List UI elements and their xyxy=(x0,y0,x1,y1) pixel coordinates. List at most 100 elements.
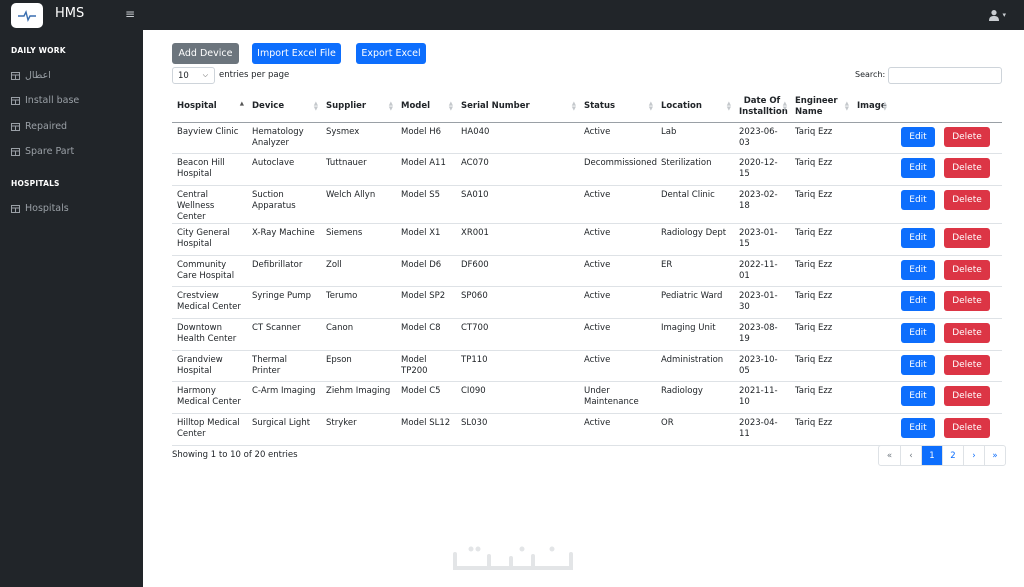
cell-device: C-Arm Imaging xyxy=(247,381,321,414)
cell-status: Active xyxy=(579,122,656,155)
page-1-button[interactable]: 1 xyxy=(921,446,942,465)
cell-image xyxy=(852,381,890,414)
delete-button[interactable]: Delete xyxy=(944,354,990,375)
cell-date-of-installation: 2023-08-19 xyxy=(734,318,790,351)
cell-serial-number: XR001 xyxy=(456,223,579,256)
cell-model: Model TP200 xyxy=(396,350,456,383)
column-header-location[interactable]: Location ▲ ▼ xyxy=(656,92,734,123)
cell-image xyxy=(852,350,890,383)
cell-engineer-name: Tariq Ezz xyxy=(790,318,852,351)
cell-serial-number: HA040 xyxy=(456,122,579,155)
cell-hospital: Community Care Hospital xyxy=(172,255,247,288)
sort-icon: ▲ ▼ xyxy=(882,101,887,112)
cell-supplier: Ziehm Imaging xyxy=(321,381,396,414)
edit-button[interactable]: Edit xyxy=(901,322,935,343)
delete-button[interactable]: Delete xyxy=(944,227,990,248)
cell-location: Lab xyxy=(656,122,734,155)
cell-image xyxy=(852,413,890,446)
edit-button[interactable]: Edit xyxy=(901,418,935,438)
cell-hospital: Central Wellness Center xyxy=(172,185,247,224)
next-page-button[interactable]: › xyxy=(963,446,984,465)
cell-image xyxy=(852,223,890,256)
page-length-select[interactable]: 10 ⌵ xyxy=(172,67,215,84)
cell-hospital: City General Hospital xyxy=(172,223,247,256)
edit-button[interactable]: Edit xyxy=(901,158,935,179)
column-header-supplier[interactable]: Supplier ▲ ▼ xyxy=(321,92,396,123)
sidebar-item-install-base[interactable]: Install base xyxy=(11,95,79,106)
entries-per-page-label: entries per page xyxy=(219,70,290,80)
cell-engineer-name: Tariq Ezz xyxy=(790,286,852,319)
app-title[interactable]: HMS xyxy=(55,6,84,21)
sidebar-item-hospitals[interactable]: Hospitals xyxy=(11,203,69,214)
cell-date-of-installation: 2022-11-01 xyxy=(734,255,790,288)
sort-icon: ▲ ▼ xyxy=(648,101,653,112)
cell-device: Thermal Printer xyxy=(247,350,321,383)
edit-button[interactable]: Edit xyxy=(901,227,935,248)
cell-hospital: Bayview Clinic xyxy=(172,122,247,155)
cell-supplier: Tuttnauer xyxy=(321,153,396,186)
add-device-button[interactable]: Add Device xyxy=(172,43,239,64)
delete-button[interactable]: Delete xyxy=(944,189,990,210)
delete-button[interactable]: Delete xyxy=(944,259,990,280)
edit-button[interactable]: Edit xyxy=(901,259,935,280)
column-header-serial-number[interactable]: Serial Number ▲ ▼ xyxy=(456,92,579,123)
user-menu[interactable]: ▾ xyxy=(988,9,1006,21)
column-header-image[interactable]: Image ▲ ▼ xyxy=(852,92,890,123)
export-excel-button[interactable]: Export Excel xyxy=(356,43,426,64)
cell-date-of-installation: 2023-10-05 xyxy=(734,350,790,383)
column-header-device[interactable]: Device ▲ ▼ xyxy=(247,92,321,123)
first-page-button[interactable]: « xyxy=(879,446,900,465)
sidebar-item-label: Spare Part xyxy=(25,146,75,157)
cell-device: Syringe Pump xyxy=(247,286,321,319)
cell-location: Imaging Unit xyxy=(656,318,734,351)
column-header-model[interactable]: Model ▲ ▼ xyxy=(396,92,456,123)
delete-button[interactable]: Delete xyxy=(944,291,990,312)
edit-button[interactable]: Edit xyxy=(901,354,935,375)
cell-serial-number: DF600 xyxy=(456,255,579,288)
column-header-engineer-name[interactable]: Engineer Name ▲ ▼ xyxy=(790,92,852,123)
sidebar-item-spare-part[interactable]: Spare Part xyxy=(11,146,74,157)
edit-button[interactable]: Edit xyxy=(901,126,935,147)
import-excel-button[interactable]: Import Excel File xyxy=(252,43,341,64)
sort-icon: ▲ ▼ xyxy=(726,101,731,112)
search-input[interactable] xyxy=(888,67,1002,84)
column-header-hospital[interactable]: Hospital ▲ xyxy=(172,92,247,123)
delete-button[interactable]: Delete xyxy=(944,158,990,179)
prev-page-button[interactable]: ‹ xyxy=(900,446,921,465)
cell-hospital: Beacon Hill Hospital xyxy=(172,153,247,186)
sidebar-item-label: اعطال xyxy=(25,70,51,81)
table-icon xyxy=(11,71,20,80)
table-row: Crestview Medical Center Syringe Pump Teru… xyxy=(172,286,1002,319)
last-page-button[interactable]: » xyxy=(984,446,1005,465)
page-2-button[interactable]: 2 xyxy=(942,446,963,465)
sidebar-item-repaired[interactable]: Repaired xyxy=(11,121,67,132)
delete-button[interactable]: Delete xyxy=(944,322,990,343)
cell-date-of-installation: 2023-01-15 xyxy=(734,223,790,256)
search-label: Search: xyxy=(855,70,886,79)
sidebar-item-faults[interactable]: اعطال xyxy=(11,70,51,81)
cell-supplier: Welch Allyn xyxy=(321,185,396,224)
cell-actions: Edit Delete xyxy=(890,381,1002,414)
sidebar-item-label: Hospitals xyxy=(25,203,69,214)
cell-location: Administration xyxy=(656,350,734,383)
edit-button[interactable]: Edit xyxy=(901,189,935,210)
sort-icon: ▲ ▼ xyxy=(782,101,787,112)
delete-button[interactable]: Delete xyxy=(944,386,990,407)
cell-device: Hematology Analyzer xyxy=(247,122,321,155)
edit-button[interactable]: Edit xyxy=(901,386,935,407)
cell-actions: Edit Delete xyxy=(890,286,1002,319)
table-row: Downtown Health Center CT Scanner Canon Mod… xyxy=(172,318,1002,351)
cell-engineer-name: Tariq Ezz xyxy=(790,381,852,414)
cell-engineer-name: Tariq Ezz xyxy=(790,255,852,288)
delete-button[interactable]: Delete xyxy=(944,126,990,147)
cell-device: X-Ray Machine xyxy=(247,223,321,256)
delete-button[interactable]: Delete xyxy=(944,418,990,438)
column-header-status[interactable]: Status ▲ ▼ xyxy=(579,92,656,123)
cell-date-of-installation: 2023-02-18 xyxy=(734,185,790,224)
sidebar-toggle-icon[interactable]: ≡ xyxy=(125,7,135,21)
app-logo[interactable] xyxy=(11,3,43,28)
cell-date-of-installation: 2023-01-30 xyxy=(734,286,790,319)
edit-button[interactable]: Edit xyxy=(901,291,935,312)
column-header-date-of-installation[interactable]: Date Of Installtion ▲ ▼ xyxy=(734,92,790,123)
table-row: Community Care Hospital Defibrillator Zoll… xyxy=(172,255,1002,288)
